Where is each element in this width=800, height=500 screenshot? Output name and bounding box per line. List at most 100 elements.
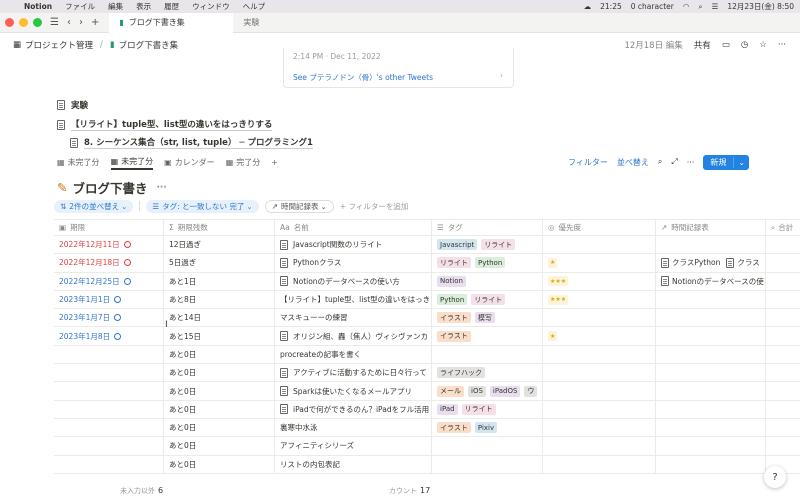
search-icon[interactable]: ⌕ xyxy=(658,157,662,167)
time-log-cell[interactable] xyxy=(656,418,766,437)
header-remaining[interactable]: Σ 期限残数 xyxy=(164,220,275,235)
forward-arrow-icon[interactable]: › xyxy=(79,17,83,28)
header-deadline[interactable]: ▣ 期限 xyxy=(54,220,164,235)
remaining-cell[interactable]: あと0日 xyxy=(164,437,275,455)
priority-cell[interactable]: ★★★ xyxy=(543,272,656,290)
table-row[interactable]: あと0日 アクティブに活動するために日々行って ライフハック xyxy=(54,364,800,383)
tab-incomplete-table[interactable]: ▦ 未完了分 xyxy=(57,154,100,170)
deadline-cell[interactable]: 2023年1月8日 xyxy=(54,327,164,345)
add-filter-button[interactable]: + フィルターを追加 xyxy=(340,201,409,212)
more-options-icon[interactable]: ··· xyxy=(157,183,167,193)
total-cell[interactable] xyxy=(766,346,800,363)
table-row[interactable]: 2022年12月18日 5日過ぎ Pythonクラス リライト Python ★ クラスPy… xyxy=(54,254,800,273)
sidebar-toggle-icon[interactable]: ☰ xyxy=(50,17,59,28)
name-cell[interactable]: リストの内包表記 xyxy=(275,455,432,473)
name-cell[interactable]: Pythonクラス xyxy=(275,254,432,272)
tag-cell[interactable]: Python リライト xyxy=(432,290,543,309)
help-button[interactable]: ? xyxy=(764,466,786,488)
menu-window[interactable]: ウィンドウ xyxy=(192,1,230,12)
share-button[interactable]: 共有 xyxy=(694,39,711,51)
remaining-cell[interactable]: あと8日 xyxy=(164,290,275,309)
header-time-log[interactable]: ↗ 時間記録表 xyxy=(656,220,766,235)
deadline-cell[interactable] xyxy=(54,418,164,437)
tab-experiment[interactable]: 実験 xyxy=(233,13,269,33)
tag-filter-pill[interactable]: ☰ タグ: と一致しない 完了 ⌄ xyxy=(146,199,259,213)
deadline-cell[interactable] xyxy=(54,400,164,418)
remaining-cell[interactable]: あと0日 xyxy=(164,455,275,473)
back-arrow-icon[interactable]: ‹ xyxy=(67,17,71,28)
sort-pill[interactable]: ⇅ 2件の並べ替え ⌄ xyxy=(54,199,134,213)
breadcrumb-project[interactable]: プロジェクト管理 xyxy=(25,39,93,51)
filter-button[interactable]: フィルター xyxy=(568,157,608,168)
header-tag[interactable]: ☰ タグ xyxy=(432,220,543,235)
tag-cell[interactable] xyxy=(432,345,543,364)
priority-cell[interactable] xyxy=(543,236,656,254)
table-row[interactable]: あと0日 アフィニティシリーズ xyxy=(54,437,800,456)
name-cell[interactable]: アフィニティシリーズ xyxy=(275,437,432,455)
priority-cell[interactable] xyxy=(543,455,656,473)
name-cell[interactable]: procreateの記事を書く xyxy=(275,345,432,364)
priority-cell[interactable] xyxy=(543,400,656,418)
table-row[interactable]: あと0日 裏寒中水泳 イラスト Pixiv xyxy=(54,418,800,438)
time-filter-pill[interactable]: ↗ 時間記録表 ⌄ xyxy=(264,199,334,213)
breadcrumb-current[interactable]: ブログ下書き集 xyxy=(119,39,179,51)
page-link-sequence[interactable]: 8. シーケンス集合（str, list, tuple） ─ プログラミング1 xyxy=(70,136,313,149)
favorite-star-icon[interactable]: ☆ xyxy=(759,40,767,50)
tag-cell[interactable]: iPad リライト xyxy=(432,400,543,418)
remaining-cell[interactable]: あと14日 xyxy=(164,309,275,327)
time-log-cell[interactable] xyxy=(656,345,766,364)
time-log-cell[interactable] xyxy=(656,290,766,309)
time-log-cell[interactable] xyxy=(656,236,766,254)
name-cell[interactable]: オリジン組、轟（焦人）ヴィシヴァンカ xyxy=(275,327,432,345)
priority-cell[interactable] xyxy=(543,309,656,327)
time-log-cell[interactable] xyxy=(656,437,766,455)
page-link-experiment[interactable]: 実験 xyxy=(57,99,88,111)
deadline-cell[interactable] xyxy=(54,345,164,364)
header-name[interactable]: Aa 名前 xyxy=(275,220,432,235)
expand-icon[interactable]: ⤢ xyxy=(671,157,677,167)
total-cell[interactable] xyxy=(766,382,800,399)
add-view-button[interactable]: + xyxy=(271,154,278,170)
menu-view[interactable]: 表示 xyxy=(136,1,151,12)
search-icon[interactable]: ⌕ xyxy=(698,2,702,12)
tag-cell[interactable]: メール iOS iPadOS ウ xyxy=(432,382,543,400)
table-row[interactable]: 2023年1月1日 あと8日 【リライト】tuple型、list型の違いをはっき Py… xyxy=(54,290,800,310)
remaining-cell[interactable]: あと0日 xyxy=(164,418,275,437)
priority-cell[interactable] xyxy=(543,418,656,437)
priority-cell[interactable] xyxy=(543,382,656,400)
table-row[interactable]: 2023年1月8日 あと15日 オリジン組、轟（焦人）ヴィシヴァンカ イラスト ★ xyxy=(54,327,800,346)
total-cell[interactable] xyxy=(766,419,800,436)
comment-icon[interactable]: ▭ xyxy=(722,40,730,50)
tag-cell[interactable]: リライト Python xyxy=(432,254,543,272)
more-options-icon[interactable]: ··· xyxy=(778,40,786,50)
remaining-cell[interactable]: あと0日 xyxy=(164,364,275,382)
priority-cell[interactable] xyxy=(543,364,656,382)
table-row[interactable]: 2022年12月11日 12日過ぎ Javascript関数のリライト Javascr… xyxy=(54,236,800,255)
menu-edit[interactable]: 編集 xyxy=(108,1,123,12)
database-title[interactable]: ✎ ブログ下書き ··· xyxy=(57,178,167,197)
tag-cell[interactable]: ライフハック xyxy=(432,364,543,382)
close-window-button[interactable] xyxy=(5,18,14,27)
remaining-cell[interactable]: あと15日 xyxy=(164,327,275,345)
footer-filled-count[interactable]: 未入力以外 6 xyxy=(120,486,163,496)
time-log-cell[interactable] xyxy=(656,455,766,473)
name-cell[interactable]: Sparkは使いたくなるメールアプリ xyxy=(275,382,432,400)
total-cell[interactable] xyxy=(766,401,800,418)
priority-cell[interactable]: ★★★ xyxy=(543,290,656,309)
new-tab-plus-icon[interactable]: + xyxy=(91,17,99,28)
table-row[interactable]: 2022年12月25日 あと1日 Notionのデータベースの使い方 Notion ★★… xyxy=(54,272,800,291)
total-cell[interactable] xyxy=(766,236,800,253)
tab-incomplete-board[interactable]: ▦ 未完了分 xyxy=(110,154,154,170)
priority-cell[interactable] xyxy=(543,437,656,455)
footer-total-count[interactable]: カウント 17 xyxy=(389,486,430,496)
priority-cell[interactable]: ★ xyxy=(543,327,656,345)
remaining-cell[interactable]: 5日過ぎ xyxy=(164,254,275,272)
deadline-cell[interactable]: 2022年12月11日 xyxy=(54,236,164,254)
tag-cell[interactable] xyxy=(432,455,543,473)
control-center-icon[interactable]: ☰ xyxy=(712,2,719,11)
wifi-icon[interactable]: ◠ xyxy=(683,2,690,11)
page-link-rewrite[interactable]: 【リライト】tuple型、list型の違いをはっきりする xyxy=(57,118,273,131)
table-row[interactable]: あと0日 procreateの記事を書く xyxy=(54,345,800,365)
total-cell[interactable] xyxy=(766,254,800,271)
tag-cell[interactable]: イラスト 模写 xyxy=(432,309,543,327)
